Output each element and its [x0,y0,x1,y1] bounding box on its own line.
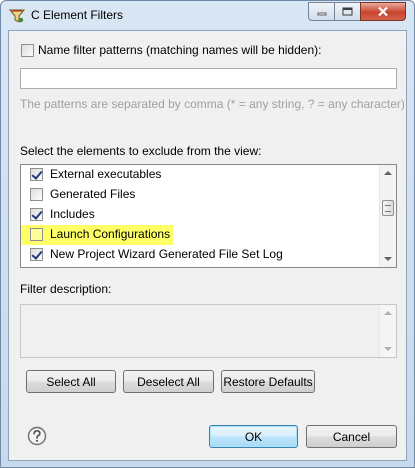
deselect-all-button[interactable]: Deselect All [123,370,214,393]
description-scrollbar [379,305,396,357]
dialog-content: Name filter patterns (matching names wil… [8,30,407,461]
scroll-down-icon [384,347,392,351]
list-item[interactable]: Generated Files [21,185,378,205]
title-bar[interactable]: C Element Filters [1,1,414,30]
list-item[interactable]: Launch Configurations [21,225,173,245]
list-scrollbar[interactable] [379,165,396,267]
scroll-thumb[interactable] [382,200,394,216]
list-item-checkbox[interactable] [30,188,43,201]
list-item-checkbox[interactable] [30,248,43,261]
maximize-icon [342,7,353,16]
filter-funnel-icon [9,9,25,23]
filter-description-label: Filter description: [20,282,112,296]
list-item-label: Generated Files [50,187,136,201]
scroll-down-icon[interactable] [384,257,392,261]
scroll-up-icon [384,311,392,315]
close-icon [378,6,388,17]
scroll-up-icon[interactable] [384,171,392,175]
dialog-window: C Element Filters Name filter patterns (… [0,0,415,468]
restore-defaults-button[interactable]: Restore Defaults [221,370,315,393]
list-item[interactable]: External executables [21,165,378,185]
maximize-button[interactable] [334,2,361,21]
ok-button[interactable]: OK [209,425,298,448]
list-item[interactable]: Includes [21,205,378,225]
list-item-label: New Project Wizard Generated File Set Lo… [50,247,283,261]
list-item-checkbox[interactable] [30,208,43,221]
help-icon[interactable] [27,426,47,446]
window-title: C Element Filters [31,8,124,22]
name-filter-label[interactable]: Name filter patterns (matching names wil… [38,43,321,57]
minimize-icon [317,12,326,15]
list-item-label: Includes [50,207,95,221]
list-item-checkbox[interactable] [30,168,43,181]
list-item-label: External executables [50,167,162,181]
list-item[interactable]: New Project Wizard Generated File Set Lo… [21,245,378,265]
name-filter-input[interactable] [20,68,397,89]
filter-description-text [20,304,397,358]
name-filter-checkbox[interactable] [21,44,34,57]
list-item-label: Launch Configurations [50,227,171,241]
minimize-button[interactable] [308,2,335,21]
close-button[interactable] [360,2,406,21]
list-item-checkbox[interactable] [30,228,43,241]
cancel-button[interactable]: Cancel [306,425,397,448]
select-all-button[interactable]: Select All [26,370,116,393]
exclude-section-label: Select the elements to exclude from the … [20,144,262,158]
name-filter-hint: The patterns are separated by comma (* =… [20,97,405,111]
exclude-elements-list[interactable]: External executables Generated Files Inc… [20,164,397,268]
